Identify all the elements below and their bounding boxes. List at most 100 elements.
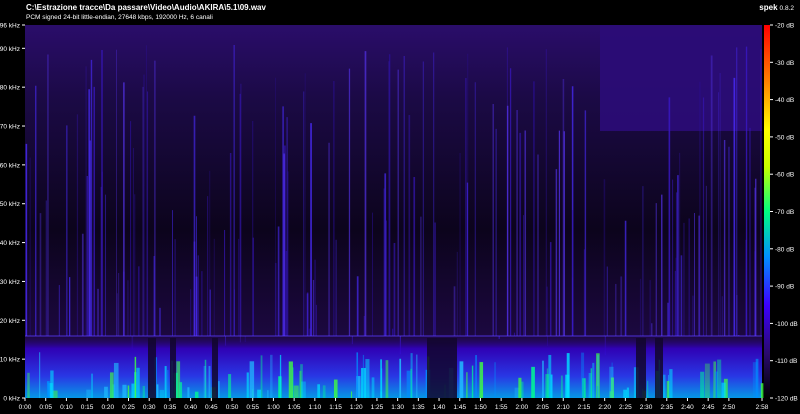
energy-burst bbox=[257, 389, 261, 398]
energy-burst bbox=[520, 381, 524, 398]
energy-burst bbox=[459, 361, 464, 399]
y-tick-label: 90 kHz bbox=[0, 46, 20, 53]
colorbar-tick-label: -70 dB bbox=[775, 209, 794, 216]
y-tick-label: 50 kHz bbox=[0, 201, 20, 208]
colorbar-tick-label: -40 dB bbox=[775, 97, 794, 104]
energy-burst bbox=[131, 383, 135, 398]
energy-burst bbox=[113, 362, 119, 399]
energy-burst bbox=[755, 358, 759, 399]
energy-burst bbox=[590, 368, 593, 398]
x-tick-label: 2:58 bbox=[756, 404, 769, 411]
energy-burst bbox=[550, 374, 553, 399]
x-tick-label: 1:15 bbox=[329, 404, 342, 411]
x-tick-label: 2:50 bbox=[723, 404, 736, 411]
silence-gap bbox=[427, 338, 457, 398]
y-tick-label: 0 kHz bbox=[3, 396, 20, 403]
energy-burst bbox=[187, 387, 190, 398]
energy-burst bbox=[179, 382, 183, 398]
energy-burst bbox=[322, 385, 326, 398]
energy-burst bbox=[399, 358, 402, 398]
energy-burst bbox=[86, 389, 91, 398]
x-tick-label: 2:05 bbox=[536, 404, 549, 411]
x-tick-label: 0:55 bbox=[246, 404, 259, 411]
energy-burst bbox=[592, 362, 595, 398]
energy-burst bbox=[104, 386, 108, 398]
energy-burst bbox=[228, 374, 232, 398]
x-tick-label: 1:40 bbox=[433, 404, 446, 411]
energy-burst bbox=[159, 389, 165, 399]
x-tick-label: 2:10 bbox=[557, 404, 570, 411]
energy-burst bbox=[647, 380, 649, 399]
energy-burst bbox=[623, 389, 628, 399]
energy-burst bbox=[288, 361, 293, 398]
colorbar bbox=[764, 25, 770, 398]
energy-burst bbox=[494, 362, 496, 399]
x-tick-label: 0:40 bbox=[184, 404, 197, 411]
spectrogram-chart: 0 kHz 10 kHz 20 kHz 30 kHz 40 kHz 50 kHz 60 kH… bbox=[0, 23, 798, 412]
energy-burst bbox=[109, 372, 114, 399]
energy-burst bbox=[531, 366, 535, 398]
energy-burst bbox=[293, 385, 299, 398]
energy-burst bbox=[333, 379, 338, 398]
energy-burst bbox=[581, 352, 585, 399]
energy-burst bbox=[721, 382, 726, 398]
energy-burst bbox=[365, 359, 370, 398]
energy-burst bbox=[542, 360, 544, 398]
energy-burst bbox=[164, 366, 167, 399]
energy-burst bbox=[416, 354, 418, 398]
energy-burst bbox=[46, 381, 50, 399]
colorbar-tick-label: -20 dB bbox=[775, 23, 794, 30]
x-tick-label: 0:25 bbox=[122, 404, 135, 411]
y-tick-label: 70 kHz bbox=[0, 124, 20, 131]
energy-burst bbox=[479, 362, 484, 398]
x-tick-label: 2:00 bbox=[516, 404, 529, 411]
y-tick-label: 20 kHz bbox=[0, 318, 20, 325]
energy-burst bbox=[246, 372, 249, 398]
colorbar-tick-label: -80 dB bbox=[775, 246, 794, 253]
energy-burst bbox=[380, 368, 383, 398]
x-tick-label: 1:55 bbox=[495, 404, 508, 411]
energy-burst bbox=[203, 365, 207, 398]
energy-burst bbox=[356, 352, 359, 399]
silence-gap bbox=[655, 338, 663, 398]
energy-burst bbox=[609, 366, 614, 398]
energy-burst bbox=[39, 352, 41, 399]
high-frequency-region bbox=[600, 25, 762, 131]
y-tick-label: 10 kHz bbox=[0, 357, 20, 364]
energy-burst bbox=[596, 386, 599, 398]
energy-burst bbox=[565, 374, 570, 398]
energy-burst bbox=[91, 373, 93, 399]
y-tick-label: 40 kHz bbox=[0, 240, 20, 247]
x-tick-label: 2:20 bbox=[598, 404, 611, 411]
energy-burst bbox=[471, 365, 474, 398]
y-axis: 0 kHz 10 kHz 20 kHz 30 kHz 40 kHz 50 kHz 60 kH… bbox=[0, 23, 25, 403]
x-axis: 0:00 0:05 0:10 0:15 0:20 0:25 0:30 0:35 0:40 0:45… bbox=[19, 398, 769, 411]
energy-burst bbox=[704, 363, 710, 398]
colorbar-tick-label: -50 dB bbox=[775, 134, 794, 141]
x-tick-label: 0:00 bbox=[19, 404, 32, 411]
energy-burst bbox=[134, 356, 137, 398]
y-tick-label: 30 kHz bbox=[0, 279, 20, 286]
energy-burst bbox=[267, 390, 269, 398]
x-tick-label: 1:00 bbox=[267, 404, 280, 411]
x-tick-label: 2:35 bbox=[660, 404, 673, 411]
energy-burst bbox=[545, 374, 550, 398]
x-tick-label: 0:10 bbox=[60, 404, 73, 411]
energy-burst bbox=[717, 359, 722, 398]
energy-burst bbox=[406, 370, 411, 398]
energy-burst bbox=[760, 383, 764, 399]
silence-gap bbox=[212, 338, 218, 398]
colorbar-tick-label: -100 dB bbox=[775, 321, 798, 328]
energy-burst bbox=[475, 355, 477, 398]
energy-burst bbox=[669, 369, 673, 399]
x-tick-label: 2:25 bbox=[619, 404, 632, 411]
energy-burst bbox=[300, 381, 306, 399]
energy-burst bbox=[700, 371, 705, 398]
energy-burst bbox=[217, 381, 220, 399]
colorbar-tick-label: -120 dB bbox=[775, 396, 798, 403]
energy-burst bbox=[666, 381, 670, 399]
energy-burst bbox=[142, 386, 145, 399]
energy-burst bbox=[208, 366, 211, 399]
x-tick-label: 0:20 bbox=[101, 404, 114, 411]
x-tick-label: 2:15 bbox=[578, 404, 591, 411]
